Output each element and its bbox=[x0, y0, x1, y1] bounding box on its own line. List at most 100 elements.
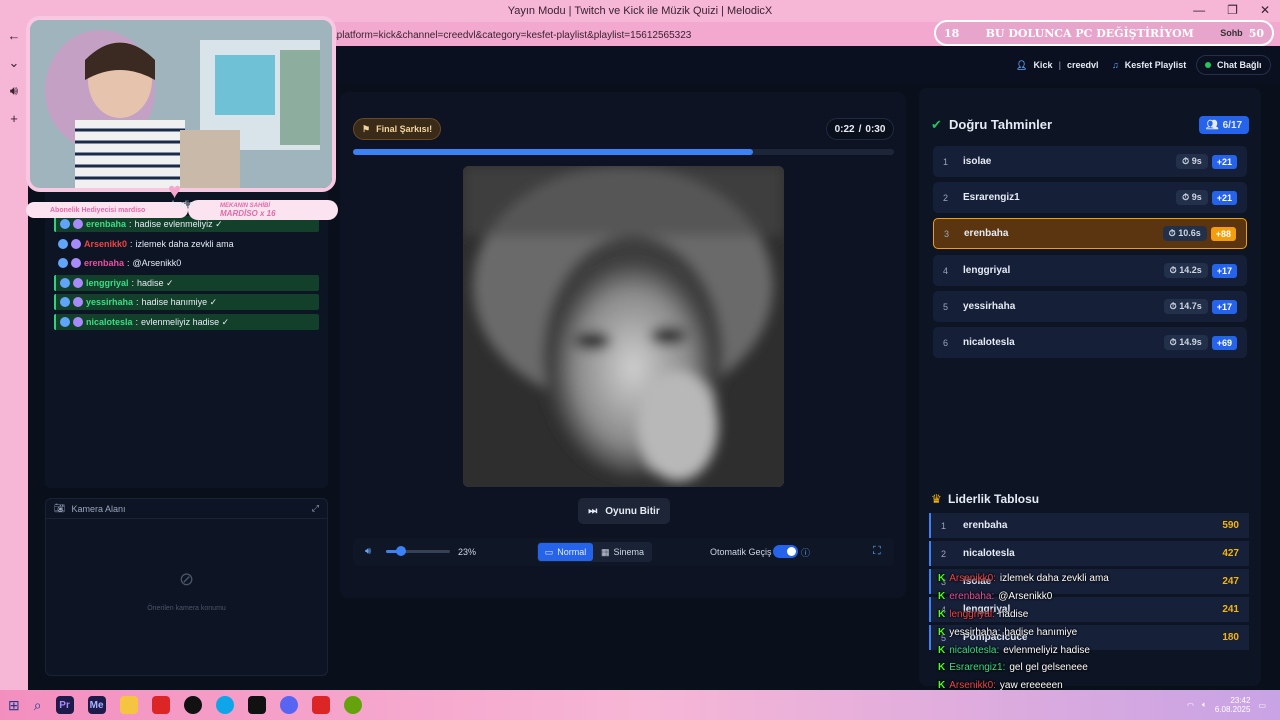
flag-icon: ⚑ bbox=[362, 123, 371, 134]
lb-name: erenbaha bbox=[963, 520, 1008, 531]
fullscreen-icon[interactable]: ⛶ bbox=[873, 545, 881, 558]
media-encoder-icon[interactable]: Me bbox=[87, 696, 106, 714]
ovl-text: izlemek daha zevkli ama bbox=[999, 573, 1109, 584]
lb-score: 180 bbox=[1222, 632, 1239, 643]
guess-points: +21 bbox=[1211, 190, 1237, 205]
volume-tray-icon[interactable]: 🔈︎ bbox=[1202, 700, 1207, 710]
ovl-user: erenbaha: bbox=[949, 591, 995, 602]
guess-name: lenggriyal bbox=[963, 265, 1011, 276]
leaderboard-row: 2 nicalotesla 427 bbox=[929, 541, 1249, 566]
chevron-down-icon[interactable]: ⌄ bbox=[9, 55, 20, 71]
camera-off-icon: ⊘ bbox=[178, 569, 195, 589]
user-icon: 👤︎ bbox=[1016, 59, 1028, 70]
badge-icon bbox=[73, 278, 83, 288]
add-icon[interactable]: + bbox=[10, 111, 18, 126]
window-title: Yayın Modu | Twitch ve Kick ile Müzik Qu… bbox=[507, 5, 773, 17]
app-icon-dark[interactable] bbox=[247, 696, 266, 714]
guess-name: erenbaha bbox=[964, 228, 1009, 239]
address-bar[interactable]: &platform=kick&channel=creedvl&category=… bbox=[330, 26, 930, 44]
chat-status-label: Chat Bağlı bbox=[1217, 60, 1262, 70]
volume-icon[interactable]: 🔊︎ bbox=[10, 83, 18, 99]
ovl-user: Esrarengiz1: bbox=[949, 662, 1006, 673]
channel-label: creedvl bbox=[1066, 60, 1099, 70]
chat-panel bbox=[45, 188, 328, 488]
app-icon-red-2[interactable] bbox=[311, 696, 330, 714]
kick-icon: K bbox=[938, 645, 946, 656]
chat-message: nicalotesla: evlenmeliyiz hadise ✓ bbox=[54, 314, 319, 330]
overlay-chat-message: K Arsenikk0: izlemek daha zevkli ama bbox=[938, 573, 1109, 584]
back-icon[interactable]: ← bbox=[8, 28, 21, 43]
guess-time: ⏱ 14.7s bbox=[1163, 299, 1208, 314]
badge-icon bbox=[58, 239, 68, 249]
overlay-chat-message: Kyessirhaha: hadise hanımiye bbox=[938, 627, 1077, 638]
guess-rank: 1 bbox=[943, 156, 949, 167]
guess-rank: 3 bbox=[944, 228, 950, 239]
maximize-button[interactable]: ❐ bbox=[1227, 3, 1238, 17]
chat-status-pill: Chat Bağlı bbox=[1196, 55, 1271, 75]
guess-points: +21 bbox=[1211, 154, 1237, 169]
camera-title: Kamera Alanı bbox=[71, 503, 126, 514]
ovl-text: hadise bbox=[998, 609, 1029, 620]
chat-text: hadise evlenmeliyiz ✓ bbox=[134, 218, 223, 229]
minimize-button[interactable]: — bbox=[1193, 3, 1205, 17]
leaderboard-title: Liderlik Tablosu bbox=[948, 492, 1040, 506]
guess-row: 4 lenggriyal ⏱ 14.2s +17 bbox=[933, 255, 1247, 286]
search-icon[interactable]: ⌕ bbox=[34, 697, 42, 714]
badge-icon bbox=[60, 278, 70, 288]
app-icon-red[interactable] bbox=[151, 696, 170, 714]
obs-icon[interactable] bbox=[183, 696, 202, 714]
volume-icon[interactable]: 🔊︎ bbox=[365, 546, 371, 557]
guesses-count-badge: 👥︎ 6/17 bbox=[1199, 116, 1249, 134]
info-icon[interactable]: ⓘ bbox=[801, 546, 810, 559]
mode-cinema-button[interactable]: ▦ Sinema bbox=[593, 547, 652, 558]
premiere-icon[interactable]: Pr bbox=[55, 696, 74, 714]
chat-user: nicalotesla bbox=[86, 317, 133, 327]
mode-normal-button[interactable]: ▭ Normal bbox=[538, 543, 593, 561]
guess-time: ⏱ 10.6s bbox=[1162, 226, 1207, 241]
expand-icon[interactable]: ⤢ bbox=[312, 503, 319, 514]
guess-points: +69 bbox=[1211, 335, 1237, 350]
kick-icon: K bbox=[938, 609, 946, 620]
chat-message: lenggriyal: hadise ✓ bbox=[54, 275, 319, 291]
skip-icon: ⏭ bbox=[588, 505, 598, 517]
guess-name: nicalotesla bbox=[963, 337, 1015, 348]
lb-score: 247 bbox=[1222, 576, 1239, 587]
guess-rank: 2 bbox=[943, 192, 949, 203]
webcam-overlay bbox=[26, 16, 336, 192]
lb-name: nicalotesla bbox=[963, 548, 1015, 559]
check-circle-icon: ✔ bbox=[931, 117, 942, 132]
clock[interactable]: 23:42 6.08.2025 bbox=[1215, 696, 1251, 714]
wifi-icon[interactable]: ◠ bbox=[1187, 701, 1194, 710]
platform-label: Kick bbox=[1033, 60, 1053, 70]
chat-text: hadise ✓ bbox=[137, 277, 174, 288]
monitor-icon: ▭ bbox=[544, 546, 554, 557]
badge-icon bbox=[73, 297, 83, 307]
guess-time: ⏱ 9s bbox=[1176, 190, 1208, 205]
view-mode-toggle: ▭ Normal ▦ Sinema bbox=[537, 542, 652, 562]
goal-current: 18 bbox=[944, 26, 960, 40]
folder-icon[interactable] bbox=[119, 696, 138, 714]
status-dot-icon bbox=[1205, 62, 1211, 68]
notification-icon[interactable]: ▭ bbox=[1258, 701, 1266, 710]
lb-score: 241 bbox=[1222, 604, 1239, 615]
lb-score: 427 bbox=[1222, 548, 1239, 559]
end-game-button[interactable]: ⏭ Oyunu Bitir bbox=[578, 498, 670, 524]
volume-knob[interactable] bbox=[395, 546, 406, 556]
chat-message: Arsenikk0: izlemek daha zevkli ama bbox=[54, 236, 319, 252]
guess-name: isolae bbox=[963, 156, 992, 167]
discord-icon[interactable] bbox=[279, 696, 298, 714]
stream-goal-banner: 18 BU DOLUNCA PC DEĞİŞTİRİYOM Sohb 50 bbox=[934, 20, 1274, 46]
windows-start-icon[interactable]: ⊞ bbox=[8, 697, 20, 714]
chat-user: erenbaha bbox=[86, 219, 127, 229]
ovl-text: @Arsenikk0 bbox=[998, 591, 1053, 602]
film-icon: ▦ bbox=[600, 546, 610, 557]
close-button[interactable]: ✕ bbox=[1260, 3, 1270, 17]
ovl-user: nicalotesla: bbox=[949, 645, 1000, 656]
edge-icon[interactable] bbox=[215, 696, 234, 714]
sidebar-tab-label: Sohb bbox=[1220, 28, 1243, 38]
chat-text: evlenmeliyiz hadise ✓ bbox=[141, 316, 230, 327]
autoplay-toggle[interactable] bbox=[773, 545, 798, 558]
guess-name: yessirhaha bbox=[963, 301, 1016, 312]
app-icon-green[interactable] bbox=[343, 696, 362, 714]
badge-icon bbox=[58, 258, 68, 268]
